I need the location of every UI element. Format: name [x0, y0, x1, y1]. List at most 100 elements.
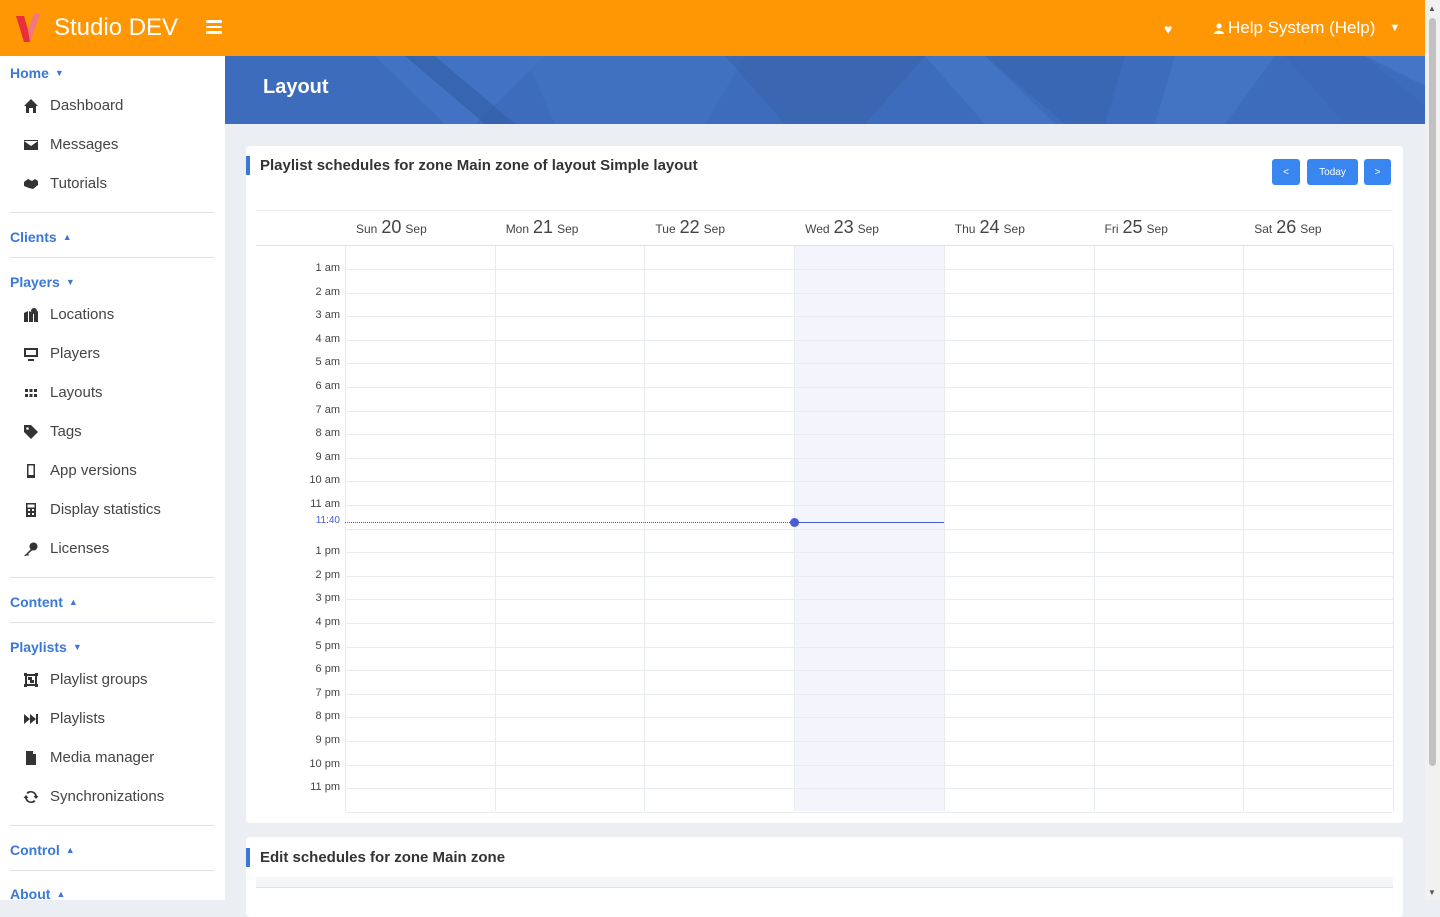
handshake-icon [22, 176, 40, 192]
current-time-label: 11:40 [315, 514, 340, 526]
schedule-card: Playlist schedules for zone Main zone of… [246, 146, 1403, 823]
envelope-icon [22, 137, 40, 153]
monitor-icon [22, 346, 40, 362]
sidebar-item-synchronizations[interactable]: Synchronizations [22, 788, 164, 805]
edit-schedules-card: Edit schedules for zone Main zone [246, 837, 1403, 917]
sidebar-section-content[interactable]: Content ▲ [10, 594, 78, 610]
heart-icon[interactable]: ♥ [1164, 21, 1172, 37]
today-button[interactable]: Today [1307, 159, 1358, 185]
caret-down-icon: ▼ [72, 642, 82, 652]
scrollbar-thumb[interactable] [1429, 18, 1436, 766]
page-title: Layout [263, 76, 329, 98]
day-month: Sep [1003, 222, 1025, 236]
mobile-icon [22, 463, 40, 479]
day-number: 24 [979, 217, 1000, 237]
key-icon [22, 541, 40, 557]
sidebar-item-display-statistics[interactable]: Display statistics [22, 501, 161, 518]
current-time-line-past [345, 521, 795, 523]
hour-label: 7 pm [315, 686, 340, 699]
calendar-header: Sun 20 Sep Mon 21 Sep Tue 22 Sep Wed 23 Sep Thu 24 Sep… [256, 210, 1393, 246]
sidebar-item-layouts[interactable]: Layouts [22, 384, 103, 401]
day-name: Fri [1104, 222, 1119, 236]
hour-label: 11 am [310, 498, 340, 510]
app-title[interactable]: Studio DEV [54, 14, 178, 42]
sidebar-item-messages[interactable]: Messages [22, 136, 118, 153]
hour-gridline [345, 434, 1393, 436]
day-header-mon: Mon 21 Sep [506, 217, 579, 238]
day-name: Sat [1254, 222, 1273, 236]
hour-gridline [345, 528, 1393, 530]
user-icon [1214, 22, 1224, 34]
day-month: Sep [857, 222, 879, 236]
hour-gridline [345, 269, 1393, 270]
sidebar-item-playlist-groups[interactable]: Playlist groups [22, 671, 148, 688]
menu-toggle-icon[interactable] [206, 20, 222, 34]
day-name: Sun [356, 222, 378, 236]
day-name: Mon [505, 222, 530, 236]
hour-gridline [345, 693, 1393, 695]
page-scrollbar[interactable]: ▲ ▼ [1425, 0, 1440, 900]
hour-label: 3 pm [315, 592, 340, 605]
hour-label: 7 am [315, 403, 340, 416]
sync-icon [22, 789, 40, 805]
current-time-line [794, 521, 944, 523]
sidebar-item-playlists[interactable]: Playlists [22, 710, 105, 727]
hour-gridline [345, 764, 1393, 766]
day-month: Sep [405, 222, 427, 236]
day-month: Sep [703, 222, 726, 236]
sidebar-item-tags[interactable]: Tags [22, 423, 82, 440]
sidebar-divider [10, 257, 214, 258]
day-name: Wed [805, 222, 830, 236]
object-group-icon [22, 672, 40, 688]
sidebar-divider [10, 577, 214, 578]
grid-icon [22, 385, 40, 401]
hour-label: 6 am [315, 380, 340, 392]
home-icon [22, 98, 40, 114]
day-number: 25 [1122, 217, 1143, 237]
hour-label: 9 am [315, 450, 340, 463]
day-number: 21 [533, 217, 554, 237]
next-week-button[interactable]: > [1364, 159, 1391, 185]
sidebar-item-tutorials[interactable]: Tutorials [22, 175, 107, 192]
hour-gridline [345, 339, 1393, 341]
sidebar-item-licenses[interactable]: Licenses [22, 540, 109, 557]
caret-up-icon: ▲ [68, 597, 78, 607]
sidebar: Home ▼ Dashboard Messages Tutorials Clien… [0, 56, 225, 900]
sidebar-item-locations[interactable]: Locations [22, 306, 114, 323]
day-header-tue: Tue 22 Sep [655, 217, 725, 238]
sidebar-item-media-manager[interactable]: Media manager [22, 749, 154, 766]
edit-card-table-header [256, 877, 1393, 888]
sidebar-section-playlists[interactable]: Playlists ▼ [10, 639, 82, 655]
sidebar-section-home[interactable]: Home ▼ [10, 65, 64, 81]
day-month: Sep [1300, 222, 1322, 236]
file-icon [22, 750, 40, 766]
sidebar-item-dashboard[interactable]: Dashboard [22, 97, 123, 114]
sidebar-section-about[interactable]: About ▲ [10, 886, 65, 900]
edit-card-title: Edit schedules for zone Main zone [246, 848, 505, 867]
day-header-thu: Thu 24 Sep [955, 217, 1025, 238]
sidebar-divider [10, 622, 214, 623]
day-number: 26 [1276, 217, 1297, 237]
hour-gridline [345, 552, 1393, 554]
sidebar-item-app-versions[interactable]: App versions [22, 462, 137, 479]
caret-up-icon: ▲ [62, 232, 72, 242]
hour-gridline [345, 788, 1393, 790]
sidebar-section-players[interactable]: Players ▼ [10, 274, 75, 290]
scroll-down-icon[interactable]: ▼ [1428, 888, 1436, 897]
sidebar-section-control[interactable]: Control ▲ [10, 842, 75, 858]
user-menu[interactable]: Help System (Help) ▼ [1214, 18, 1400, 38]
hour-gridline [345, 717, 1393, 719]
app-logo[interactable] [14, 12, 42, 44]
sidebar-item-players[interactable]: Players [22, 345, 100, 362]
sidebar-section-clients[interactable]: Clients ▲ [10, 229, 72, 245]
day-number: 20 [381, 217, 402, 237]
hour-label: 8 pm [315, 710, 340, 723]
prev-week-button[interactable]: < [1272, 159, 1300, 185]
hour-gridline [345, 292, 1393, 294]
hour-gridline [345, 599, 1393, 601]
map-pin-icon [22, 307, 40, 323]
caret-down-icon: ▼ [54, 68, 64, 78]
scroll-up-icon[interactable]: ▲ [1428, 4, 1436, 13]
tag-icon [22, 424, 40, 440]
day-column-divider [1392, 246, 1394, 811]
